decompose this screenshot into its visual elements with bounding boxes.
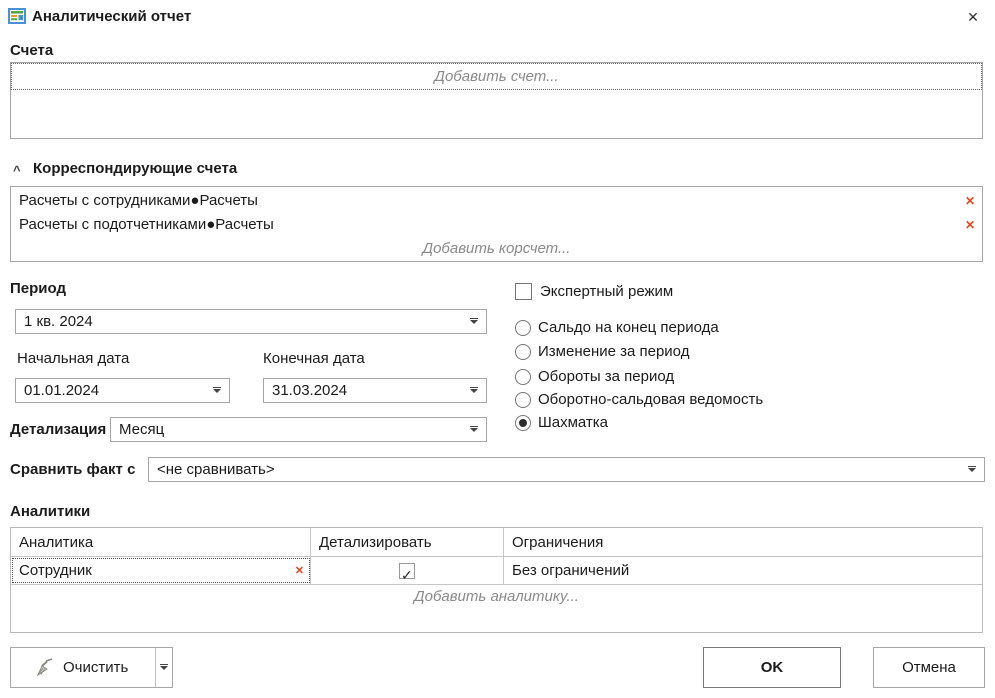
radio-turnover-saldo-label: Оборотно-сальдовая ведомость	[538, 391, 763, 408]
detail-label: Детализация	[10, 421, 106, 438]
clear-dropdown-toggle[interactable]	[155, 648, 172, 687]
column-header-detail: Детализировать	[311, 528, 504, 557]
detail-cell	[311, 557, 504, 584]
ok-button[interactable]: OK	[703, 647, 841, 688]
start-date-label: Начальная дата	[17, 350, 129, 367]
radio-chessboard[interactable]	[515, 415, 531, 431]
end-date-label: Конечная дата	[263, 350, 365, 367]
start-date-select[interactable]: 01.01.2024	[15, 378, 230, 403]
analytics-table: Аналитика Детализировать Ограничения Сот…	[10, 527, 983, 633]
table-header-row: Аналитика Детализировать Ограничения	[11, 528, 982, 557]
cancel-button[interactable]: Отмена	[873, 647, 985, 688]
chevron-down-icon	[470, 428, 478, 432]
broom-icon	[35, 658, 55, 678]
radio-chessboard-label: Шахматка	[538, 414, 608, 431]
close-icon[interactable]: ✕	[960, 4, 986, 30]
chevron-down-icon	[160, 666, 168, 670]
analytic-cell[interactable]: Сотрудник ✕	[11, 557, 311, 584]
analytics-section-label: Аналитики	[10, 503, 90, 520]
column-header-analytic: Аналитика	[11, 528, 311, 557]
radio-saldo-end-label: Сальдо на конец периода	[538, 319, 719, 336]
detail-checkbox[interactable]	[399, 563, 415, 579]
period-section-label: Период	[10, 280, 66, 297]
list-item[interactable]: Расчеты с сотрудниками●Расчеты ✕	[11, 189, 982, 213]
chevron-down-icon	[213, 389, 221, 393]
radio-turnover-saldo[interactable]	[515, 392, 531, 408]
corr-account-text: Расчеты с сотрудниками●Расчеты	[19, 192, 258, 209]
chevron-down-icon	[968, 468, 976, 472]
accounts-section-label: Счета	[10, 42, 53, 59]
end-date-value: 31.03.2024	[272, 382, 347, 399]
collapse-icon[interactable]: ^	[13, 163, 21, 178]
radio-turnover-period-label: Обороты за период	[538, 368, 674, 385]
compare-label: Сравнить факт с	[10, 461, 135, 478]
period-select[interactable]: 1 кв. 2024	[15, 309, 487, 334]
add-corr-account-row[interactable]: Добавить корсчет...	[11, 237, 982, 261]
remove-icon[interactable]: ✕	[965, 189, 975, 213]
radio-turnover-period[interactable]	[515, 369, 531, 385]
expert-mode-label: Экспертный режим	[540, 283, 673, 300]
list-item[interactable]: Расчеты с подотчетниками●Расчеты ✕	[11, 213, 982, 237]
clear-button[interactable]: Очистить	[10, 647, 173, 688]
analytic-value: Сотрудник	[19, 562, 92, 579]
remove-icon[interactable]: ✕	[295, 557, 304, 585]
radio-change-period[interactable]	[515, 344, 531, 360]
compare-value: <не сравнивать>	[157, 461, 275, 478]
column-header-restrictions: Ограничения	[504, 528, 982, 557]
dialog-title: Аналитический отчет	[32, 8, 191, 25]
clear-button-label: Очистить	[63, 648, 128, 687]
expert-mode-checkbox[interactable]	[515, 283, 532, 300]
add-analytic-row[interactable]: Добавить аналитику...	[11, 588, 982, 605]
corr-account-text: Расчеты с подотчетниками●Расчеты	[19, 216, 274, 233]
period-value: 1 кв. 2024	[24, 313, 93, 330]
detail-select[interactable]: Месяц	[110, 417, 487, 442]
restriction-cell[interactable]: Без ограничений	[504, 557, 982, 584]
add-account-row[interactable]: Добавить счет...	[11, 63, 982, 90]
end-date-select[interactable]: 31.03.2024	[263, 378, 487, 403]
chevron-down-icon	[470, 320, 478, 324]
radio-saldo-end[interactable]	[515, 320, 531, 336]
remove-icon[interactable]: ✕	[965, 213, 975, 237]
radio-change-period-label: Изменение за период	[538, 343, 689, 360]
detail-value: Месяц	[119, 421, 164, 438]
report-icon	[8, 7, 26, 25]
chevron-down-icon	[470, 389, 478, 393]
table-row: Сотрудник ✕ Без ограничений	[11, 557, 982, 585]
start-date-value: 01.01.2024	[24, 382, 99, 399]
corr-accounts-list: Расчеты с сотрудниками●Расчеты ✕ Расчеты…	[10, 186, 983, 262]
corr-accounts-section-label: Корреспондирующие счета	[33, 160, 237, 177]
compare-select[interactable]: <не сравнивать>	[148, 457, 985, 482]
analytical-report-dialog: Аналитический отчет ✕ Счета Добавить сче…	[0, 0, 995, 698]
accounts-list: Добавить счет...	[10, 62, 983, 139]
